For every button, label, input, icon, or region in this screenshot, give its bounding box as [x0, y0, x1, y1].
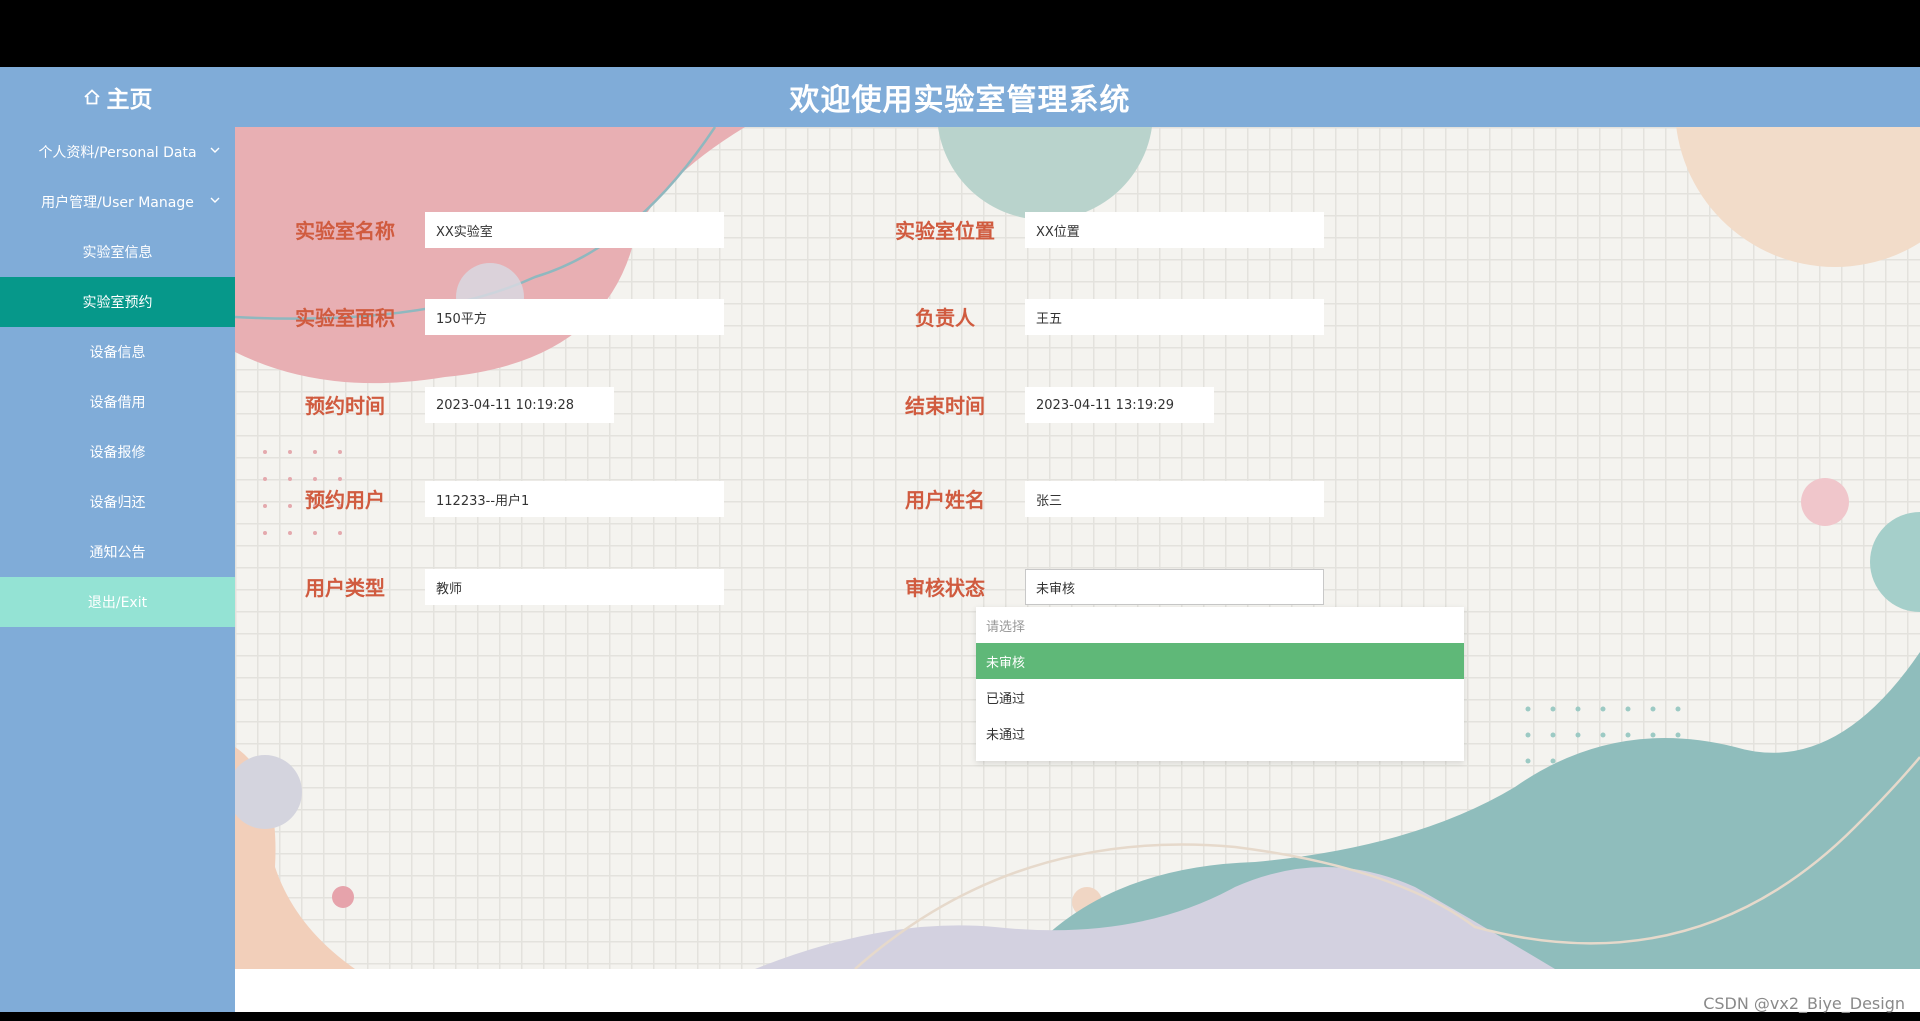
sidebar-item-label: 设备报修 — [89, 445, 146, 461]
sidebar-item-label: 退出/Exit — [87, 595, 148, 611]
label-lab-area: 实验室面积 — [295, 306, 395, 330]
lab-location-field[interactable]: XX位置 — [1025, 212, 1324, 248]
reserve-user-field[interactable]: 112233--用户1 — [425, 481, 724, 517]
sidebar-item-label: 设备信息 — [89, 345, 146, 361]
decorative-background — [235, 127, 1920, 969]
review-status-select[interactable]: 未审核 — [1025, 569, 1324, 605]
label-review-status: 审核状态 — [905, 576, 985, 600]
sidebar-item-exit[interactable]: 退出/Exit — [0, 577, 235, 627]
sidebar-item-label: 实验室信息 — [82, 245, 153, 261]
sidebar-item-label: 个人资料/Personal Data — [38, 145, 197, 161]
top-header: 主页 欢迎使用实验室管理系统 — [0, 67, 1920, 127]
sidebar-item-label: 通知公告 — [89, 545, 146, 561]
footer-strip — [235, 969, 1920, 1012]
dropdown-option-rejected[interactable]: 未通过 — [976, 715, 1464, 751]
home-label: 主页 — [106, 87, 153, 113]
chevron-down-icon — [210, 147, 220, 153]
sidebar-item-user-manage[interactable]: 用户管理/User Manage — [0, 177, 235, 227]
sidebar-item-notice[interactable]: 通知公告 — [0, 527, 235, 577]
label-end-time: 结束时间 — [905, 394, 985, 418]
label-user-name: 用户姓名 — [905, 488, 985, 512]
sidebar-item-lab-reservation[interactable]: 实验室预约 — [0, 277, 235, 327]
reserve-time-field[interactable]: 2023-04-11 10:19:28 — [425, 387, 614, 423]
sidebar-item-device-info[interactable]: 设备信息 — [0, 327, 235, 377]
dropdown-option-placeholder[interactable]: 请选择 — [976, 607, 1464, 643]
sidebar-item-device-return[interactable]: 设备归还 — [0, 477, 235, 527]
dropdown-option-pending[interactable]: 未审核 — [976, 643, 1464, 679]
label-reserve-time: 预约时间 — [305, 394, 385, 418]
sidebar: 个人资料/Personal Data 用户管理/User Manage 实验室信… — [0, 127, 235, 1012]
lab-area-field[interactable]: 150平方 — [425, 299, 724, 335]
label-lab-location: 实验室位置 — [895, 219, 995, 243]
home-link[interactable]: 主页 — [0, 67, 235, 127]
sidebar-item-lab-info[interactable]: 实验室信息 — [0, 227, 235, 277]
review-status-dropdown: 请选择 未审核 已通过 未通过 — [976, 607, 1464, 761]
chevron-down-icon — [210, 197, 220, 203]
watermark: CSDN @vx2_Biye_Design — [1703, 994, 1905, 1013]
sidebar-item-label: 实验室预约 — [82, 295, 153, 311]
main-content: 实验室名称 XX实验室 实验室位置 XX位置 实验室面积 150平方 负责人 王… — [235, 127, 1920, 969]
dropdown-option-approved[interactable]: 已通过 — [976, 679, 1464, 715]
user-type-field[interactable]: 教师 — [425, 569, 724, 605]
home-icon — [83, 89, 100, 105]
sidebar-item-label: 设备借用 — [89, 395, 146, 411]
label-reserve-user: 预约用户 — [305, 488, 385, 512]
sidebar-item-label: 设备归还 — [89, 495, 146, 511]
label-lab-name: 实验室名称 — [295, 219, 395, 243]
label-user-type: 用户类型 — [305, 576, 385, 600]
sidebar-item-label: 用户管理/User Manage — [41, 195, 194, 211]
sidebar-item-personal-data[interactable]: 个人资料/Personal Data — [0, 127, 235, 177]
app-window: 主页 欢迎使用实验室管理系统 个人资料/Personal Data 用户管理/U… — [0, 67, 1920, 1012]
sidebar-item-device-borrow[interactable]: 设备借用 — [0, 377, 235, 427]
system-title: 欢迎使用实验室管理系统 — [789, 83, 1131, 118]
end-time-field[interactable]: 2023-04-11 13:19:29 — [1025, 387, 1214, 423]
label-manager: 负责人 — [915, 306, 975, 330]
manager-field[interactable]: 王五 — [1025, 299, 1324, 335]
user-name-field[interactable]: 张三 — [1025, 481, 1324, 517]
lab-name-field[interactable]: XX实验室 — [425, 212, 724, 248]
sidebar-item-device-repair[interactable]: 设备报修 — [0, 427, 235, 477]
